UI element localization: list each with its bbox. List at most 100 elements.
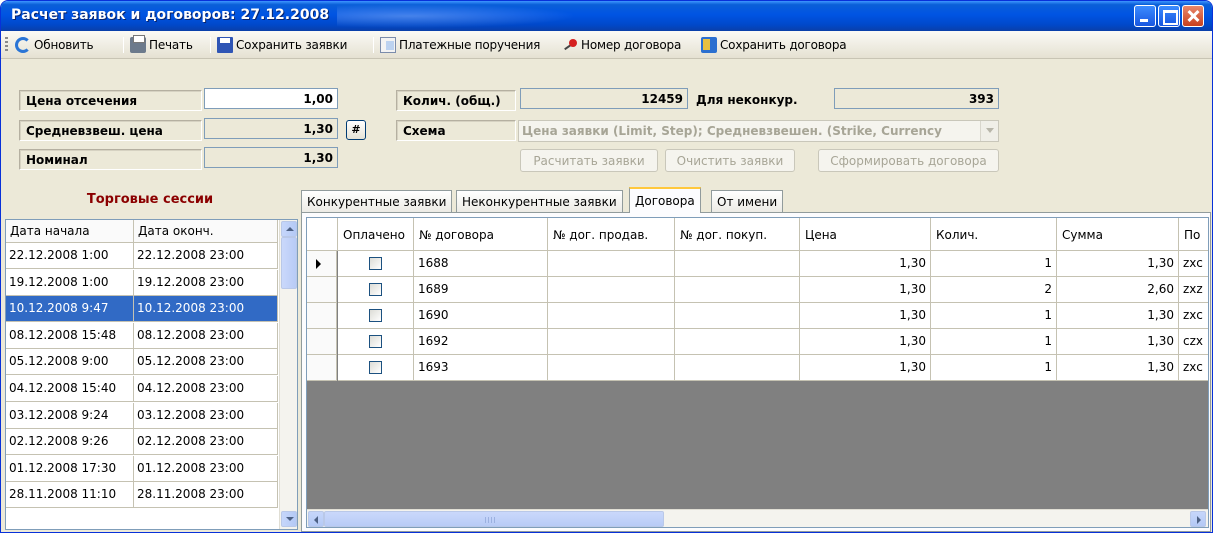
- form-contracts-button[interactable]: Сформировать договора: [818, 149, 999, 172]
- toolbar-grip[interactable]: [5, 37, 8, 53]
- scroll-down-icon[interactable]: [281, 511, 297, 527]
- qty-cell: 2: [931, 277, 1057, 303]
- row-indicator[interactable]: [307, 329, 337, 355]
- scroll-up-icon[interactable]: [281, 221, 297, 237]
- paid-checkbox[interactable]: [369, 309, 382, 322]
- toolbar-separator: [123, 37, 124, 53]
- refresh-button[interactable]: Обновить: [15, 36, 94, 54]
- calc-bids-button[interactable]: Расчитать заявки: [520, 149, 658, 172]
- session-start-cell: 04.12.2008 15:40: [6, 376, 134, 402]
- paid-checkbox[interactable]: [369, 361, 382, 374]
- minimize-button[interactable]: [1134, 5, 1156, 27]
- sessions-title: Торговые сессии: [86, 192, 214, 207]
- scrollbar-thumb[interactable]: [281, 237, 297, 289]
- save-bids-button[interactable]: Сохранить заявки: [217, 36, 347, 54]
- toolbar: Обновить Печать Сохранить заявки Платежн…: [1, 31, 1212, 59]
- extra-cell: zxc: [1179, 251, 1208, 277]
- table-row[interactable]: 08.12.2008 15:48 08.12.2008 23:00: [6, 322, 278, 349]
- table-row[interactable]: 22.12.2008 1:00 22.12.2008 23:00: [6, 243, 278, 269]
- current-row-icon: [316, 259, 321, 269]
- qty-cell: 1: [931, 355, 1057, 381]
- column-header-end[interactable]: Дата оконч.: [134, 220, 278, 243]
- session-start-cell: 03.12.2008 9:24: [6, 402, 134, 429]
- tab-contracts[interactable]: Договора: [629, 187, 701, 213]
- buyer-number-cell: [675, 251, 800, 277]
- chevron-down-icon[interactable]: [980, 121, 998, 141]
- tab-competitive-bids[interactable]: Конкурентные заявки: [301, 190, 453, 212]
- table-row[interactable]: 19.12.2008 1:00 19.12.2008 23:00: [6, 269, 278, 296]
- row-indicator[interactable]: [307, 355, 337, 381]
- paid-checkbox[interactable]: [369, 283, 382, 296]
- qty-total-label: Колич. (общ.): [396, 90, 516, 111]
- scheme-select-value: Цена заявки (Limit, Step); Средневзвешен…: [522, 124, 942, 138]
- scroll-left-icon[interactable]: [308, 511, 324, 527]
- price-cell: 1,30: [800, 251, 931, 277]
- table-row[interactable]: 05.12.2008 9:00 05.12.2008 23:00: [6, 349, 278, 376]
- qty-cell: 1: [931, 303, 1057, 329]
- title-bar[interactable]: Расчет заявок и договоров: 27.12.2008: [1, 1, 1212, 31]
- paid-checkbox[interactable]: [369, 257, 382, 270]
- hash-button[interactable]: #: [346, 120, 366, 140]
- sessions-scrollbar[interactable]: [279, 220, 297, 529]
- nominal-label: Номинал: [19, 149, 202, 170]
- clear-bids-button[interactable]: Очистить заявки: [665, 149, 795, 172]
- sum-cell: 1,30: [1057, 251, 1179, 277]
- row-indicator[interactable]: [307, 277, 337, 303]
- scheme-select[interactable]: Цена заявки (Limit, Step); Средневзвешен…: [518, 120, 999, 142]
- seller-number-cell: [548, 251, 675, 277]
- table-row[interactable]: 04.12.2008 15:40 04.12.2008 23:00: [6, 376, 278, 402]
- table-row[interactable]: 1692 1,30 1 1,30 czx: [307, 329, 1208, 355]
- column-header-contract-no[interactable]: № договора: [414, 218, 548, 251]
- table-row[interactable]: 02.12.2008 9:26 02.12.2008 23:00: [6, 429, 278, 456]
- maximize-button[interactable]: [1158, 5, 1180, 27]
- session-start-cell: 08.12.2008 15:48: [6, 322, 134, 349]
- paid-checkbox[interactable]: [369, 335, 382, 348]
- contracts-hscrollbar[interactable]: [307, 509, 1208, 527]
- table-row[interactable]: 10.12.2008 9:47 10.12.2008 23:00: [6, 296, 278, 323]
- paid-cell: [338, 355, 414, 381]
- table-row[interactable]: 1689 1,30 2 2,60 zxz: [307, 277, 1208, 303]
- table-row[interactable]: 03.12.2008 9:24 03.12.2008 23:00: [6, 402, 278, 429]
- row-indicator[interactable]: [307, 251, 337, 277]
- paid-cell: [338, 303, 414, 329]
- avg-price-label: Средневзвеш. цена: [19, 120, 202, 141]
- session-end-cell: 28.11.2008 23:00: [134, 482, 278, 509]
- table-row[interactable]: 28.11.2008 11:10 28.11.2008 23:00: [6, 482, 278, 509]
- column-header-paid[interactable]: Оплачено: [338, 218, 414, 251]
- hscrollbar-thumb[interactable]: [324, 511, 664, 527]
- toolbar-separator: [210, 37, 211, 53]
- column-header-price[interactable]: Цена: [800, 218, 931, 251]
- table-row[interactable]: 1690 1,30 1 1,30 zxc: [307, 303, 1208, 329]
- column-header-qty[interactable]: Колич.: [931, 218, 1057, 251]
- payment-orders-button[interactable]: Платежные поручения: [380, 36, 540, 54]
- cutoff-price-field[interactable]: 1,00: [204, 88, 338, 109]
- column-header-sum[interactable]: Сумма: [1057, 218, 1179, 251]
- row-indicator[interactable]: [307, 303, 337, 329]
- table-row[interactable]: 1688 1,30 1 1,30 zxc: [307, 251, 1208, 277]
- tab-noncompetitive-bids[interactable]: Неконкурентные заявки: [456, 190, 623, 212]
- main-window: Расчет заявок и договоров: 27.12.2008 Об…: [0, 0, 1213, 533]
- printer-icon: [130, 35, 146, 53]
- session-start-cell: 01.12.2008 17:30: [6, 455, 134, 482]
- sum-cell: 1,30: [1057, 303, 1179, 329]
- contract-number-button[interactable]: Номер договора: [562, 36, 681, 54]
- column-header-start[interactable]: Дата начала: [6, 220, 134, 243]
- session-end-cell: 03.12.2008 23:00: [134, 402, 278, 429]
- close-button[interactable]: [1182, 5, 1204, 27]
- row-header-corner: [307, 218, 338, 251]
- print-button[interactable]: Печать: [130, 35, 193, 54]
- contract-number-cell: 1690: [414, 303, 548, 329]
- price-cell: 1,30: [800, 355, 931, 381]
- sum-cell: 1,30: [1057, 355, 1179, 381]
- table-row[interactable]: 1693 1,30 1 1,30 zxc: [307, 355, 1208, 381]
- table-row[interactable]: 01.12.2008 17:30 01.12.2008 23:00: [6, 455, 278, 482]
- print-label: Печать: [149, 38, 193, 52]
- tab-on-behalf[interactable]: От имени: [711, 190, 784, 212]
- save-icon: [217, 37, 233, 53]
- column-header-seller-no[interactable]: № дог. продав.: [548, 218, 675, 251]
- column-header-extra[interactable]: По: [1179, 218, 1208, 251]
- scroll-right-icon[interactable]: [1190, 511, 1206, 527]
- column-header-buyer-no[interactable]: № дог. покуп.: [675, 218, 800, 251]
- save-contract-button[interactable]: Сохранить договора: [701, 36, 847, 54]
- session-start-cell: 22.12.2008 1:00: [6, 243, 134, 269]
